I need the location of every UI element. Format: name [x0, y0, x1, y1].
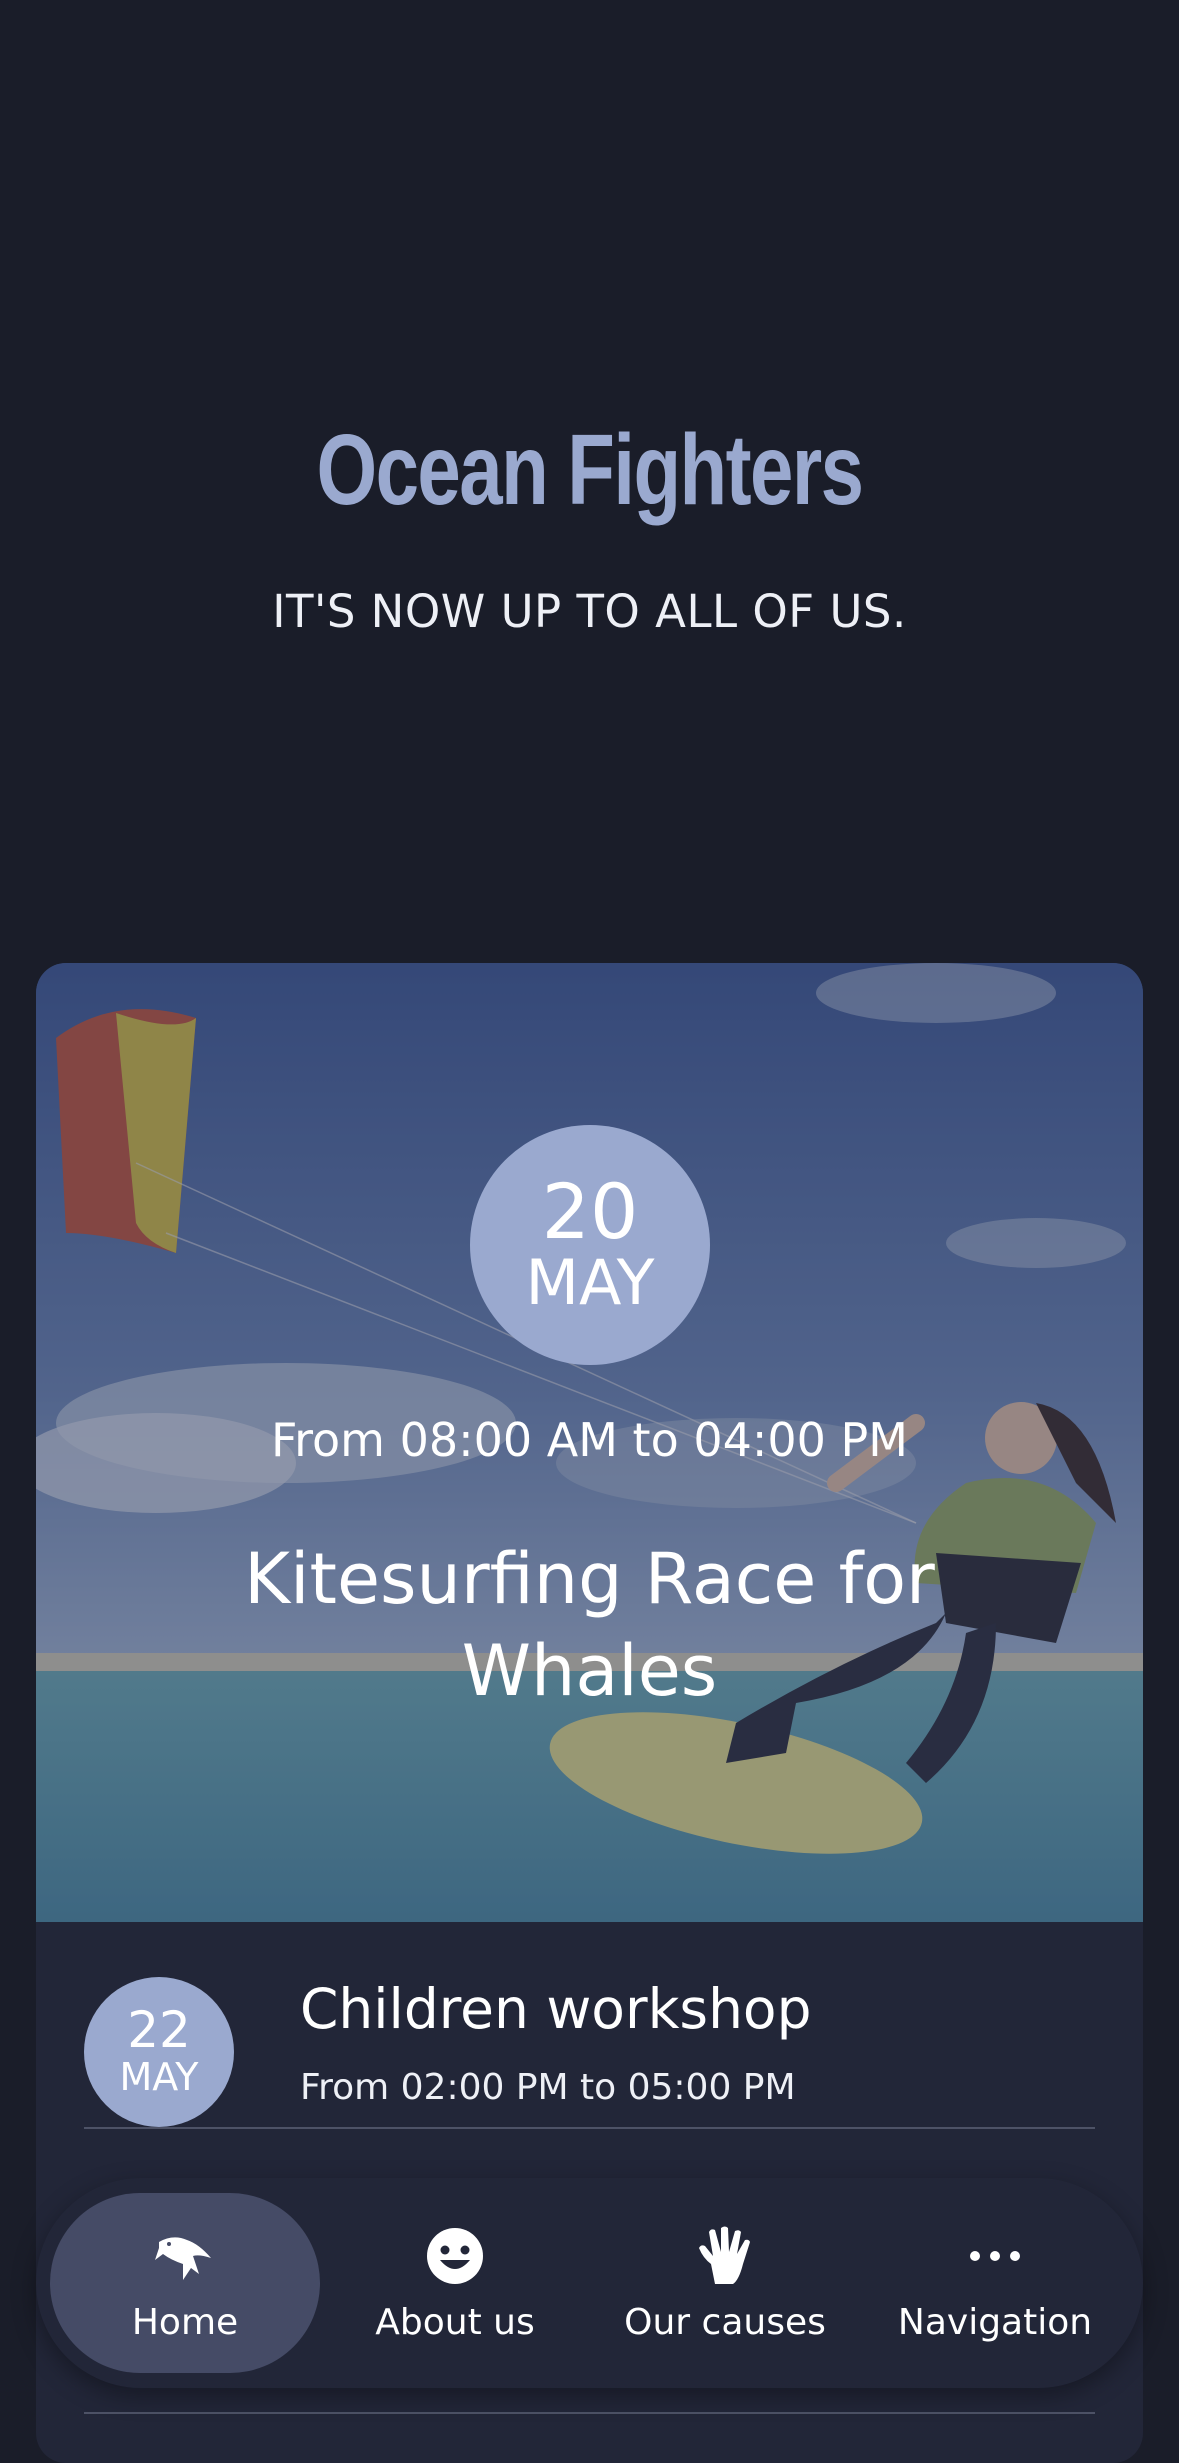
list-item[interactable]: 22 MAY Children workshop From 02:00 PM t…	[84, 1967, 1095, 2129]
divider	[84, 2412, 1095, 2414]
event-month: MAY	[119, 2055, 199, 2099]
nav-our-causes[interactable]: Our causes	[590, 2193, 860, 2373]
featured-day: 20	[541, 1167, 639, 1256]
featured-title[interactable]: Kitesurfing Race for Whales	[156, 1533, 1023, 1717]
featured-month: MAY	[525, 1246, 655, 1319]
fish-icon	[153, 2224, 217, 2288]
event-day: 22	[127, 2001, 191, 2059]
featured-event[interactable]: 20 MAY From 08:00 AM to 04:00 PM Kitesur…	[36, 963, 1143, 1922]
featured-date-badge: 20 MAY	[470, 1125, 710, 1365]
nav-home-label: Home	[131, 2301, 239, 2343]
tagline: IT'S NOW UP TO ALL OF US.	[272, 585, 907, 638]
bottom-navigation: Home About us Our causes Navigation	[36, 2178, 1143, 2388]
nav-causes-label: Our causes	[624, 2301, 826, 2343]
nav-about-us[interactable]: About us	[320, 2193, 590, 2373]
more-dots-icon	[963, 2224, 1027, 2288]
event-time: From 02:00 PM to 05:00 PM	[300, 2067, 796, 2108]
smiley-icon	[423, 2224, 487, 2288]
nav-navigation-label: Navigation	[897, 2301, 1093, 2343]
nav-home[interactable]: Home	[50, 2193, 320, 2373]
event-title: Children workshop	[300, 1977, 812, 2041]
nav-about-label: About us	[375, 2301, 535, 2343]
nav-navigation[interactable]: Navigation	[860, 2193, 1130, 2373]
hand-icon	[693, 2224, 757, 2288]
featured-time: From 08:00 AM to 04:00 PM	[271, 1413, 908, 1467]
event-date-badge: 22 MAY	[84, 1977, 234, 2127]
app-title: Ocean Fighters	[316, 414, 865, 526]
